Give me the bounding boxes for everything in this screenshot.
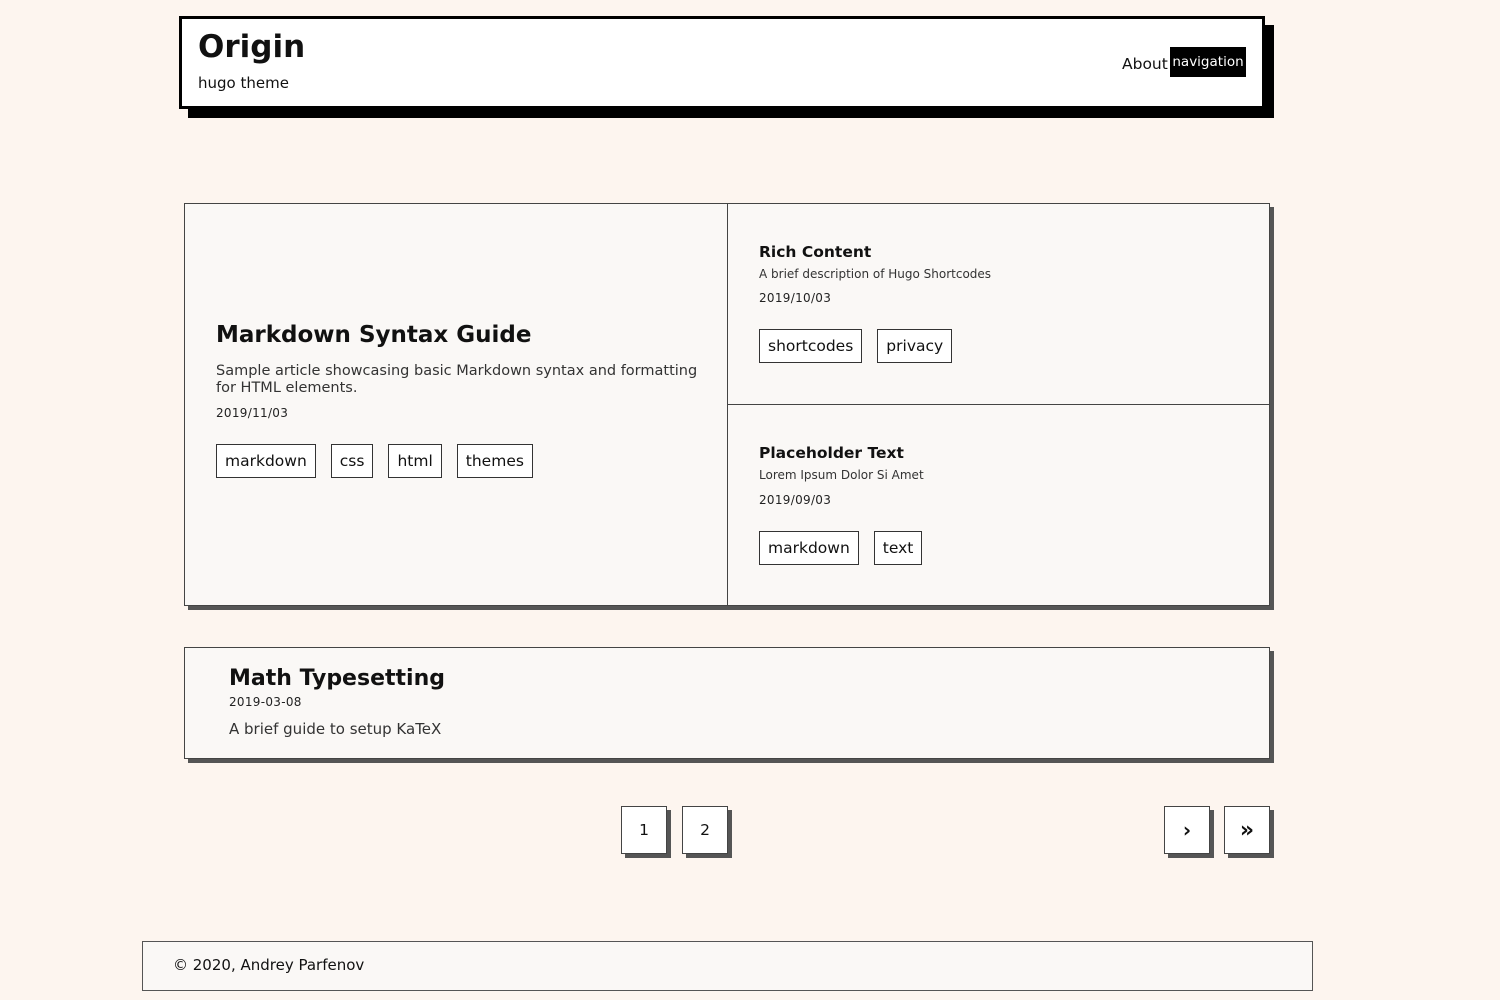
post-description: A brief guide to setup KaTeX	[229, 720, 442, 738]
post-date: 2019/10/03	[759, 291, 832, 305]
post-title-markdown-syntax-guide[interactable]: Markdown Syntax Guide	[216, 324, 531, 347]
post-date: 2019-03-08	[229, 695, 302, 709]
post-title-placeholder-text[interactable]: Placeholder Text	[759, 445, 904, 462]
tag-list: shortcodes privacy	[759, 329, 967, 363]
post-date: 2019/11/03	[216, 406, 289, 420]
tag-list: markdown css html themes	[216, 444, 548, 478]
double-chevron-right-icon: »	[1239, 817, 1255, 843]
tag-privacy[interactable]: privacy	[877, 329, 953, 363]
tag-text[interactable]: text	[873, 531, 923, 565]
next-page-button[interactable]: ›	[1164, 806, 1210, 854]
tag-markdown[interactable]: markdown	[759, 531, 859, 565]
tag-themes[interactable]: themes	[456, 444, 533, 478]
divider	[727, 404, 1269, 405]
site-title[interactable]: Origin	[198, 32, 305, 63]
tag-css[interactable]: css	[330, 444, 374, 478]
copyright-text: © 2020, Andrey Parfenov	[173, 956, 365, 974]
post-description: Sample article showcasing basic Markdown…	[216, 363, 698, 396]
site-subtitle: hugo theme	[198, 74, 289, 92]
post-description: Lorem Ipsum Dolor Si Amet	[759, 468, 924, 482]
site-footer: © 2020, Andrey Parfenov	[142, 941, 1313, 991]
tag-shortcodes[interactable]: shortcodes	[759, 329, 863, 363]
last-page-button[interactable]: »	[1224, 806, 1270, 854]
nav-about-link[interactable]: About	[1122, 56, 1168, 73]
tag-html[interactable]: html	[388, 444, 442, 478]
chevron-right-icon: ›	[1182, 818, 1192, 842]
navigation-menu-button[interactable]: navigation	[1170, 47, 1246, 77]
post-title-math-typesetting[interactable]: Math Typesetting	[229, 668, 445, 690]
post-description: A brief description of Hugo Shortcodes	[759, 267, 992, 281]
page-button-1[interactable]: 1	[621, 806, 667, 854]
site-header: Origin hugo theme About navigation	[179, 16, 1265, 109]
page-button-2[interactable]: 2	[682, 806, 728, 854]
post-title-rich-content[interactable]: Rich Content	[759, 244, 871, 261]
tag-list: markdown text	[759, 531, 937, 565]
post-card-math-typesetting: Math Typesetting 2019-03-08 A brief guid…	[184, 647, 1270, 759]
post-date: 2019/09/03	[759, 493, 832, 507]
tag-markdown[interactable]: markdown	[216, 444, 316, 478]
featured-posts-grid: Markdown Syntax Guide Sample article sho…	[184, 203, 1270, 606]
